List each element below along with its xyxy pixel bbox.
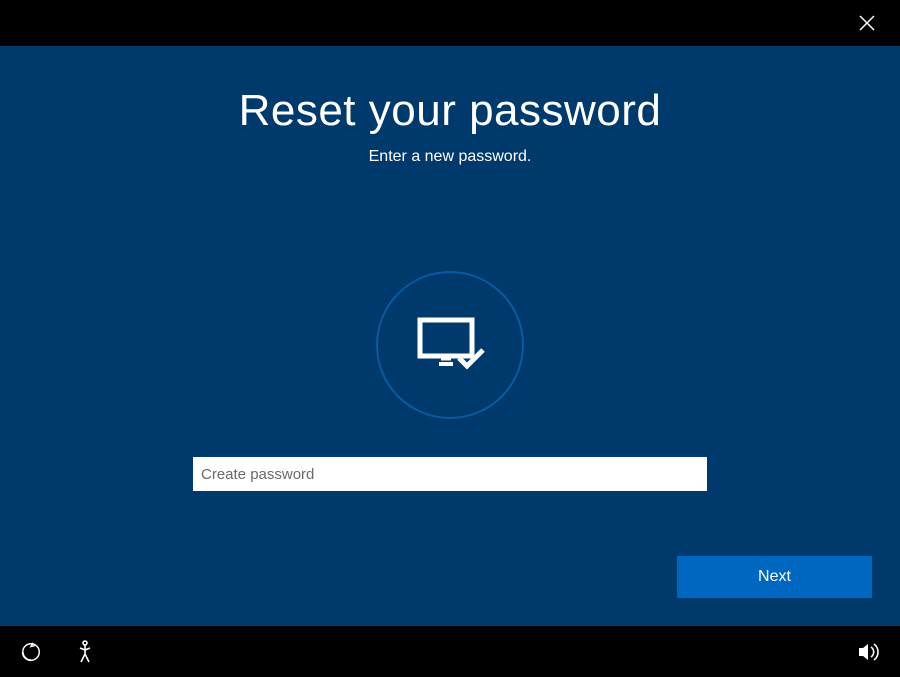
volume-icon <box>857 641 881 663</box>
password-input[interactable] <box>193 457 707 491</box>
title-bar <box>0 0 900 46</box>
accessibility-icon <box>74 640 96 664</box>
icon-ring <box>376 271 524 419</box>
main-content: Reset your password Enter a new password… <box>0 46 900 626</box>
accessibility-button[interactable] <box>72 639 98 665</box>
monitor-check-icon <box>415 314 485 376</box>
ease-of-access-button[interactable] <box>18 639 44 665</box>
page-title: Reset your password <box>0 86 900 136</box>
close-icon <box>859 15 875 31</box>
action-bar: Next <box>677 556 872 598</box>
volume-button[interactable] <box>856 639 882 665</box>
bottom-toolbar <box>0 626 900 677</box>
page-subtitle: Enter a new password. <box>0 148 900 166</box>
close-button[interactable] <box>852 8 882 38</box>
ease-of-access-icon <box>20 641 42 663</box>
next-button[interactable]: Next <box>677 556 872 598</box>
